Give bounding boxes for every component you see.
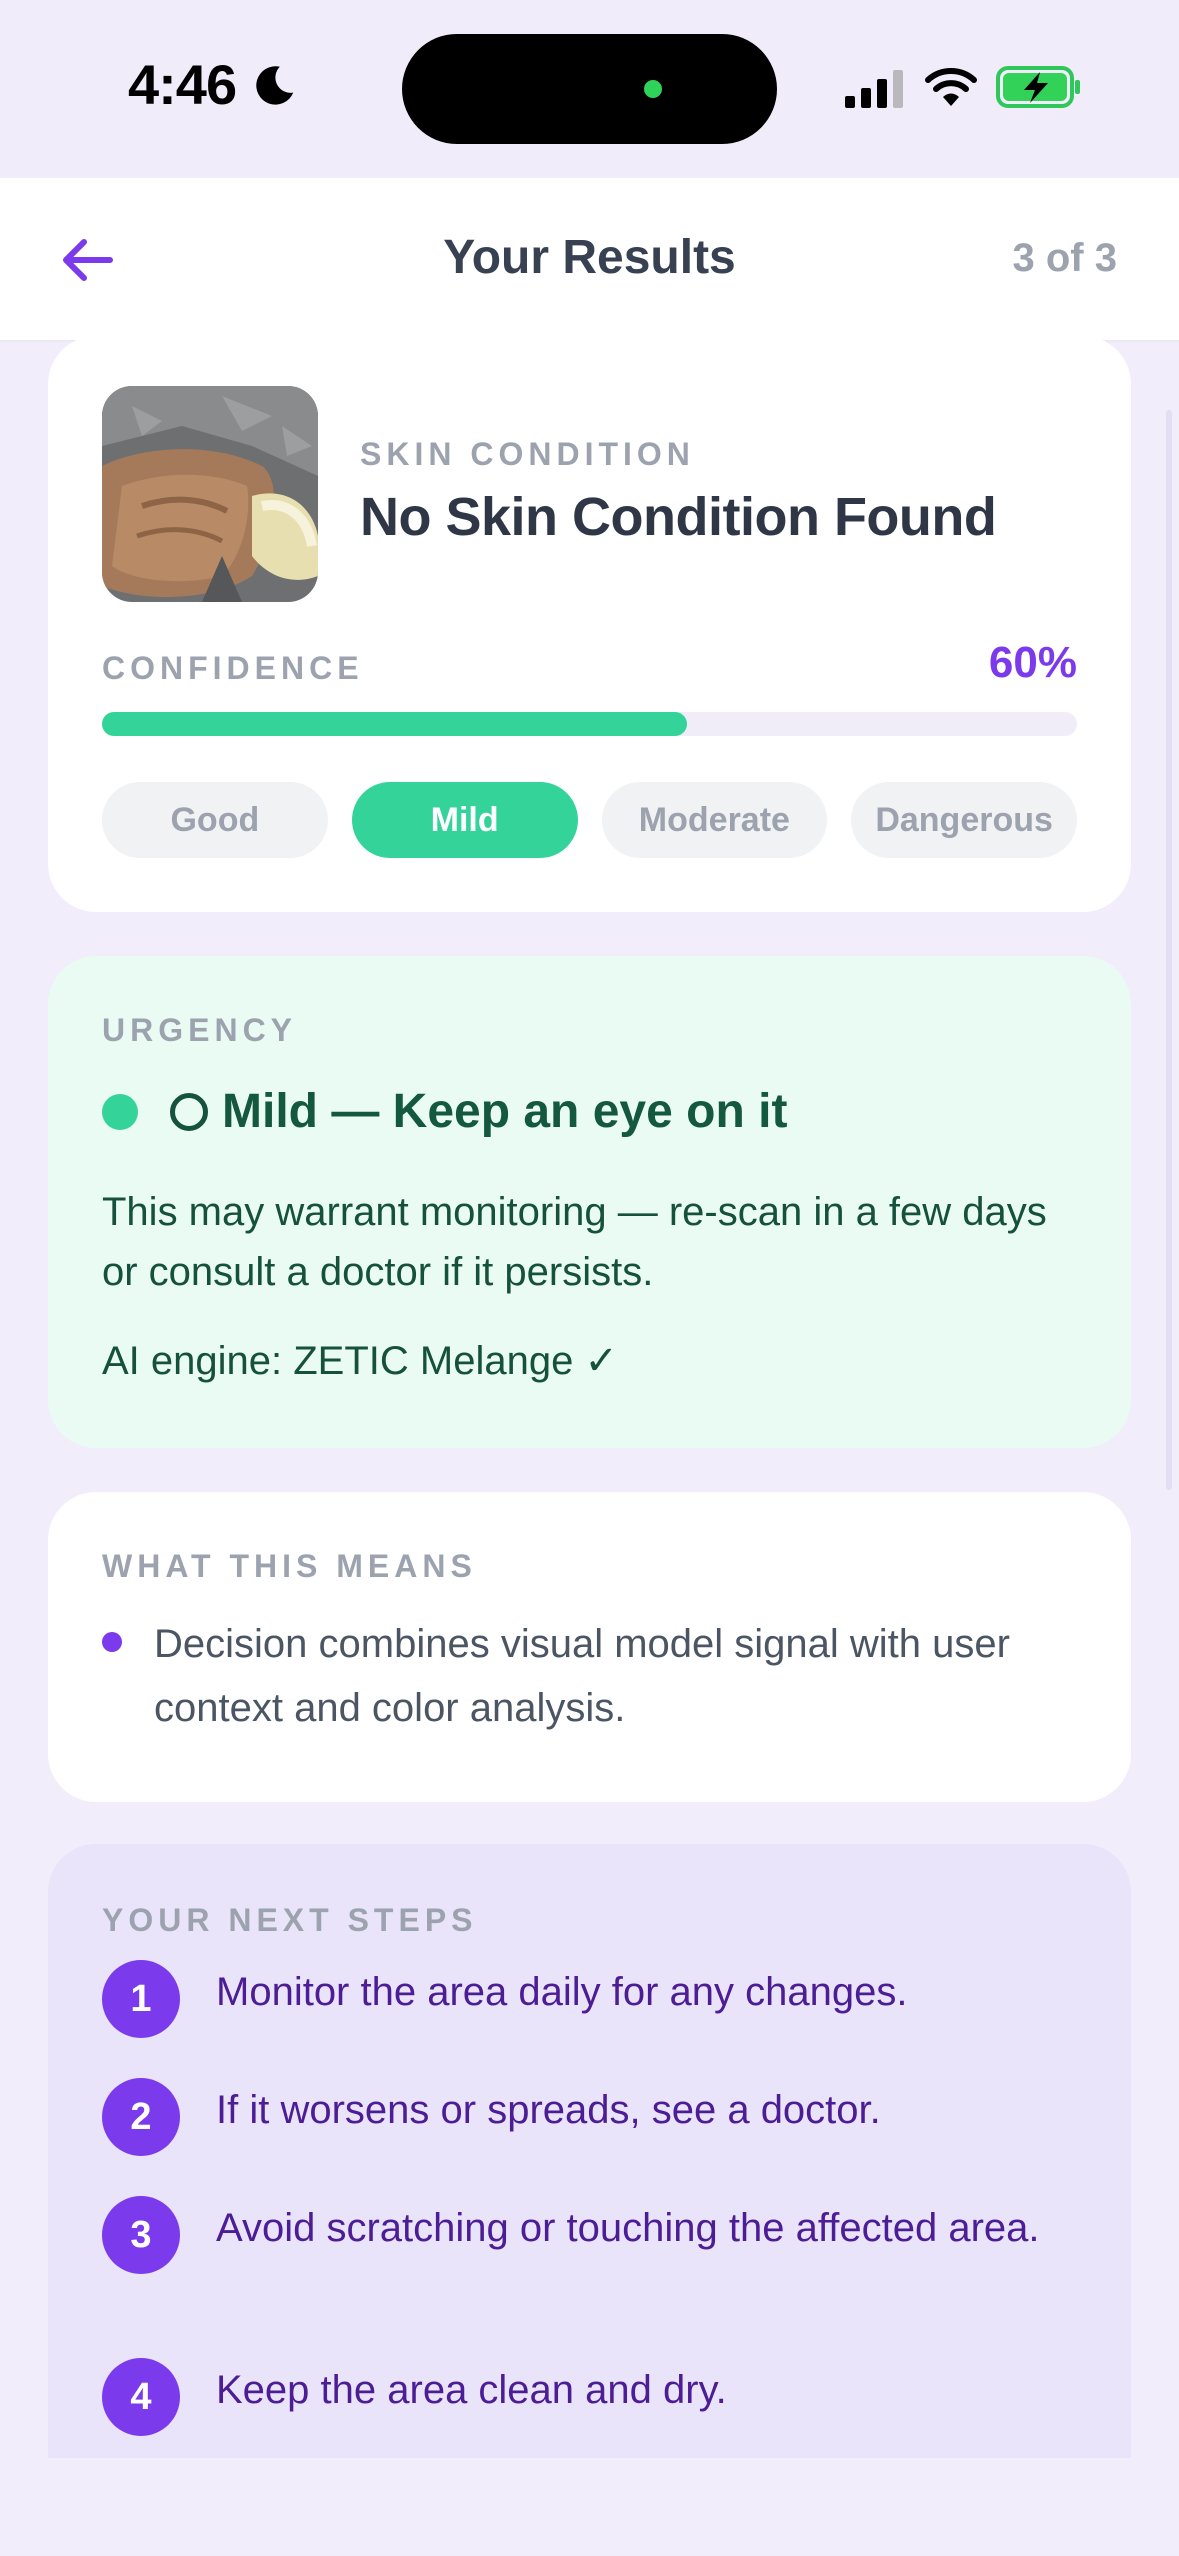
battery-charging-icon (996, 66, 1080, 108)
step-item: 2 If it worsens or spreads, see a doctor… (102, 2078, 1102, 2156)
ai-engine-note: AI engine: ZETIC Melange ✓ (102, 1339, 618, 1383)
step-item: 3 Avoid scratching or touching the affec… (102, 2196, 1102, 2274)
confidence-bar (102, 712, 1077, 736)
condition-label: SKIN CONDITION (360, 436, 695, 472)
condition-title: No Skin Condition Found (360, 487, 997, 547)
open-circle-icon (170, 1092, 208, 1131)
step-text: Keep the area clean and dry. (216, 2368, 727, 2412)
confidence-bar-fill (102, 712, 687, 736)
urgency-label: URGENCY (102, 1012, 298, 1048)
meaning-item-text: Decision combines visual model signal wi… (154, 1622, 1010, 1730)
confidence-label: CONFIDENCE (102, 650, 364, 686)
urgency-card: URGENCY Mild — Keep an eye on it This ma… (48, 956, 1131, 1448)
severity-scale: Good Mild Moderate Dangerous (102, 782, 1077, 858)
wifi-icon (925, 68, 977, 106)
step-number-badge: 3 (102, 2196, 180, 2274)
severity-good[interactable]: Good (102, 782, 328, 858)
step-number-badge: 1 (102, 1960, 180, 2038)
step-indicator: 3 of 3 (1012, 236, 1117, 280)
dynamic-island (402, 34, 777, 144)
step-number-badge: 4 (102, 2358, 180, 2436)
urgency-heading: Mild — Keep an eye on it (102, 1084, 787, 1139)
meaning-label: WHAT THIS MEANS (102, 1548, 477, 1584)
status-bar: 4:46 (0, 0, 1179, 178)
step-text: Avoid scratching or touching the affecte… (216, 2206, 1040, 2250)
next-steps-card: YOUR NEXT STEPS 1 Monitor the area daily… (48, 1844, 1131, 2458)
severity-mild[interactable]: Mild (351, 782, 578, 858)
page-title: Your Results (443, 231, 736, 284)
next-steps-label: YOUR NEXT STEPS (102, 1902, 478, 1938)
status-time: 4:46 (128, 53, 237, 116)
scroll-indicator[interactable] (1166, 410, 1172, 1490)
results-screen: 4:46 Your Results 3 of 3 SKIN CONDITION … (0, 0, 1179, 2556)
scan-photo-thumbnail[interactable] (102, 386, 318, 602)
confidence-value: 60% (988, 638, 1077, 687)
urgency-description: This may warrant monitoring — re-scan in… (102, 1190, 1047, 1294)
urgency-title: Mild — Keep an eye on it (222, 1085, 788, 1138)
result-card: SKIN CONDITION No Skin Condition Found C… (48, 336, 1131, 912)
bullet-dot (102, 1632, 122, 1652)
meaning-item: Decision combines visual model signal wi… (102, 1612, 1082, 1740)
step-text: If it worsens or spreads, see a doctor. (216, 2088, 881, 2132)
meaning-card: WHAT THIS MEANS Decision combines visual… (48, 1492, 1131, 1802)
step-item: 4 Keep the area clean and dry. (102, 2358, 1102, 2436)
step-item: 1 Monitor the area daily for any changes… (102, 1960, 1102, 2038)
severity-dangerous[interactable]: Dangerous (851, 782, 1077, 858)
step-number-badge: 2 (102, 2078, 180, 2156)
cellular-signal-icon (845, 70, 903, 108)
results-header: Your Results 3 of 3 (0, 178, 1179, 342)
camera-indicator-dot (644, 80, 662, 98)
step-text: Monitor the area daily for any changes. (216, 1970, 908, 2014)
severity-moderate[interactable]: Moderate (601, 782, 828, 858)
urgency-status-dot (102, 1093, 138, 1130)
moon-icon (256, 66, 294, 105)
